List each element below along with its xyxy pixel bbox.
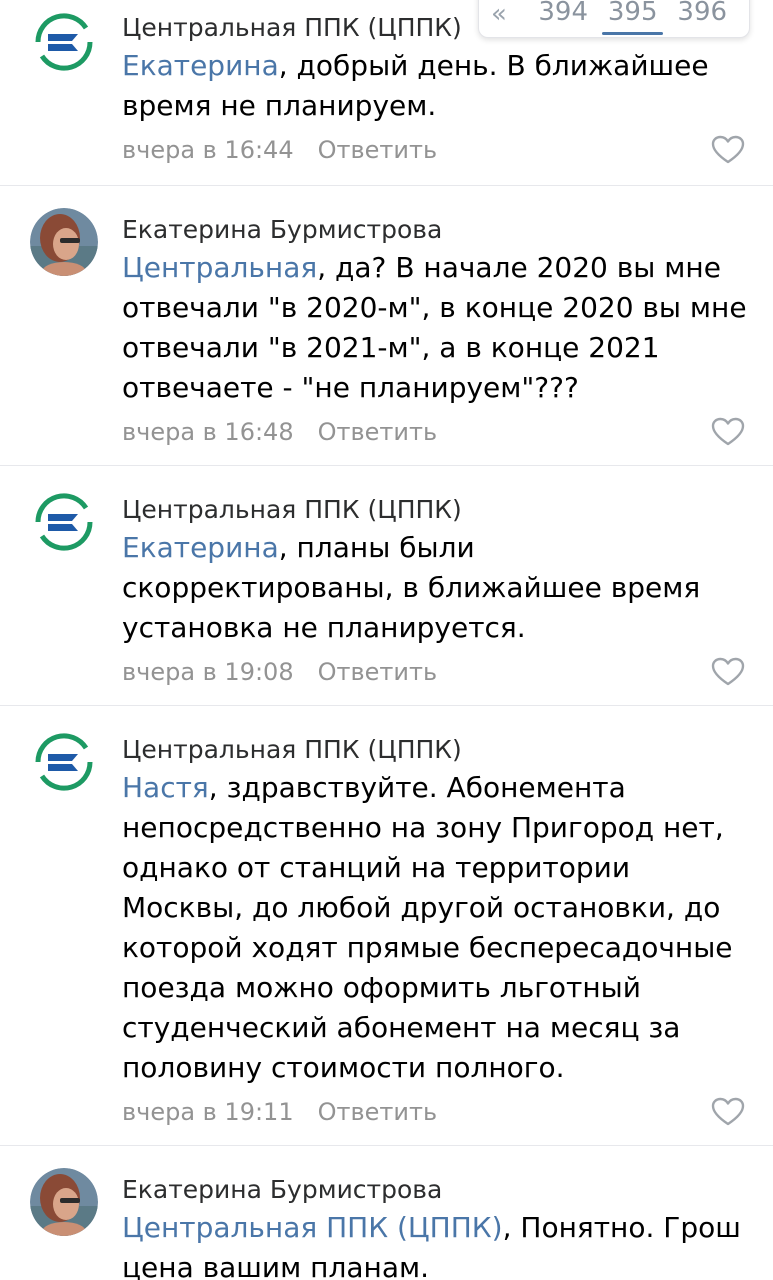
- avatar[interactable]: [30, 1168, 98, 1236]
- comment-time[interactable]: вчера в 19:08: [122, 658, 294, 686]
- page-396-link[interactable]: 396: [667, 0, 737, 25]
- like-heart-icon[interactable]: [711, 1097, 745, 1127]
- mention-link[interactable]: Екатерина: [122, 49, 279, 82]
- comment-author[interactable]: Екатерина Бурмистрова: [122, 212, 753, 248]
- page-394-link[interactable]: 394: [528, 0, 598, 25]
- first-page-icon[interactable]: «: [491, 1, 528, 27]
- comment-author[interactable]: Центральная ППК (ЦППК): [122, 492, 753, 528]
- like-heart-icon[interactable]: [711, 657, 745, 687]
- comment-meta: вчера в 19:08 Ответить: [122, 654, 753, 690]
- pagination: « 394 395 396: [478, 0, 750, 38]
- cppk-logo-icon[interactable]: [30, 488, 98, 556]
- mention-link[interactable]: Центральная: [122, 251, 317, 284]
- like-heart-icon[interactable]: [711, 135, 745, 165]
- reply-button[interactable]: Ответить: [318, 1098, 437, 1126]
- comment-meta: вчера в 16:44 Ответить: [122, 132, 753, 168]
- mention-link[interactable]: Екатерина: [122, 531, 279, 564]
- reply-button[interactable]: Ответить: [318, 136, 437, 164]
- comment-author[interactable]: Центральная ППК (ЦППК): [122, 732, 753, 768]
- comment-text: Екатерина, добрый день. В ближайшее врем…: [122, 49, 709, 122]
- comment-time[interactable]: вчера в 16:44: [122, 136, 294, 164]
- mention-link[interactable]: Настя: [122, 771, 209, 804]
- comment-meta: вчера в 16:48 Ответить: [122, 414, 753, 450]
- comment-text: Екатерина, планы были скорректированы, в…: [122, 531, 701, 644]
- cppk-logo-icon[interactable]: [30, 8, 98, 76]
- like-heart-icon[interactable]: [711, 417, 745, 447]
- avatar[interactable]: [30, 208, 98, 276]
- comment: Центральная ППК (ЦППК) Настя, здравствуй…: [0, 706, 773, 1146]
- reply-button[interactable]: Ответить: [318, 658, 437, 686]
- comment-text: Центральная, да? В начале 2020 вы мне от…: [122, 251, 747, 404]
- mention-link[interactable]: Центральная ППК (ЦППК): [122, 1211, 503, 1244]
- comment-text: Настя, здравствуйте. Абонемента непосред…: [122, 771, 733, 1084]
- comment-time[interactable]: вчера в 16:48: [122, 418, 294, 446]
- cppk-logo-icon[interactable]: [30, 728, 98, 796]
- comment: Центральная ППК (ЦППК) Екатерина, планы …: [0, 466, 773, 706]
- comment: Екатерина Бурмистрова Центральная ППК (Ц…: [0, 1146, 773, 1280]
- comment-text: Центральная ППК (ЦППК), Понятно. Грош це…: [122, 1211, 741, 1280]
- reply-button[interactable]: Ответить: [318, 418, 437, 446]
- comment-meta: вчера в 19:11 Ответить: [122, 1094, 753, 1130]
- comment-time[interactable]: вчера в 19:11: [122, 1098, 294, 1126]
- comment: Екатерина Бурмистрова Центральная, да? В…: [0, 186, 773, 466]
- page-395-link[interactable]: 395: [598, 0, 668, 35]
- comment-author[interactable]: Екатерина Бурмистрова: [122, 1172, 753, 1208]
